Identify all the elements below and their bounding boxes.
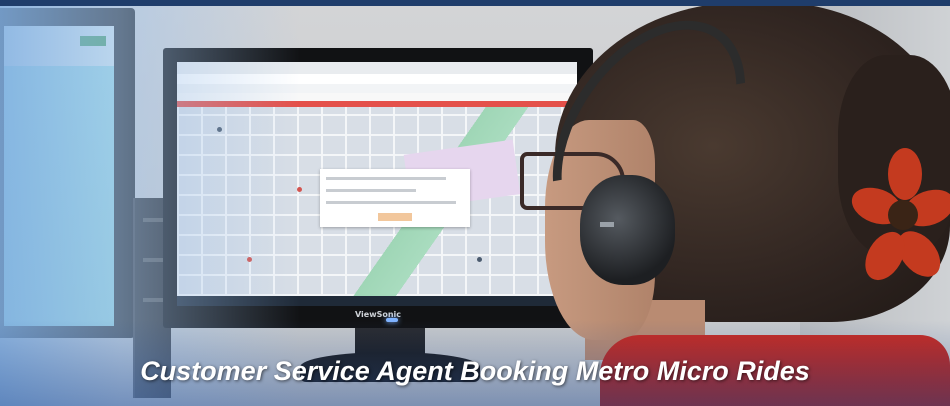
headset-earcup <box>580 175 675 285</box>
hair-flower <box>846 140 950 300</box>
photo-caption: Customer Service Agent Booking Metro Mic… <box>140 356 810 386</box>
dialog-line <box>326 177 446 180</box>
map-pin-icon <box>477 257 482 262</box>
flower-petal <box>888 148 922 200</box>
dialog-button <box>378 213 412 221</box>
flower-center <box>888 200 918 230</box>
headset-logo <box>600 222 614 227</box>
dialog-line <box>326 201 456 204</box>
top-border-bar <box>0 0 950 6</box>
dialog-line <box>326 189 416 192</box>
booking-dialog <box>320 169 470 227</box>
photo-frame: ViewSonic Customer Service Agent Booking… <box>0 0 950 406</box>
